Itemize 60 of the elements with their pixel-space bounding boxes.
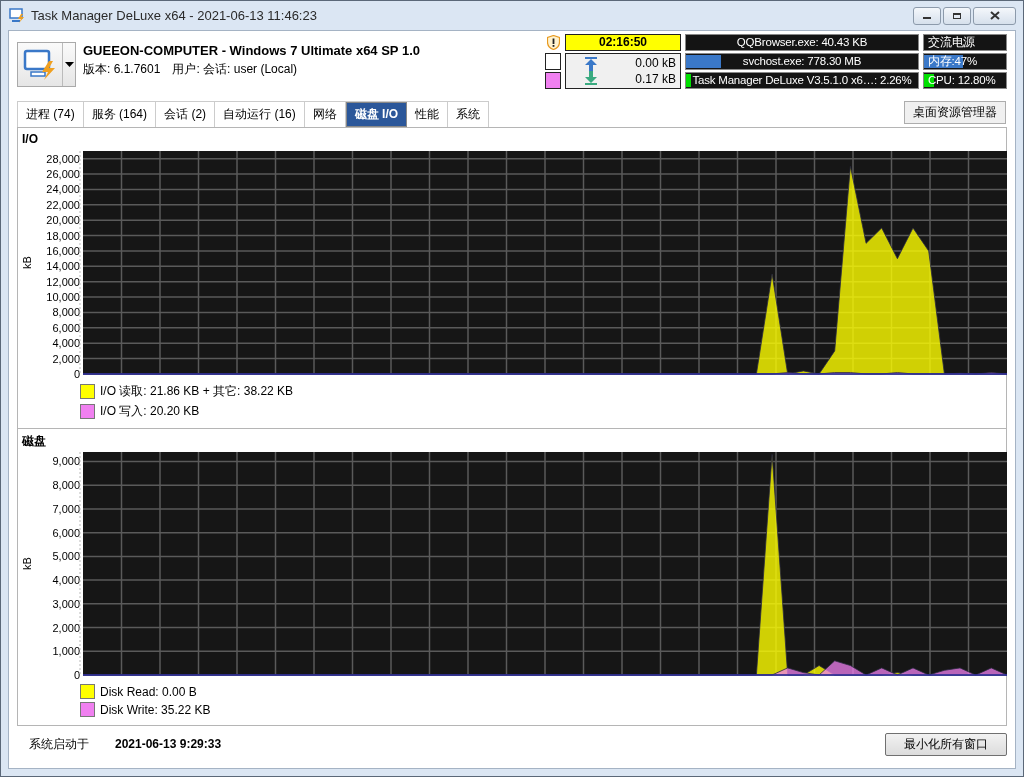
process-label: Task Manager DeLuxe V3.5.1.0 x6…: 2.26%: [691, 73, 913, 88]
axis-title: kB: [21, 256, 33, 269]
app-icon: [9, 7, 25, 24]
power-label: 交流电源: [927, 35, 977, 50]
tick-label: 16,000: [46, 244, 80, 257]
desktop-explorer-button[interactable]: 桌面资源管理器: [904, 101, 1006, 124]
tick-label: 4,000: [52, 574, 80, 587]
process-label: QQBrowser.exe: 40.43 KB: [735, 35, 869, 50]
up-down-arrows-icon: [584, 57, 598, 85]
tick-label: 0: [73, 368, 80, 380]
tick-label: 6,000: [52, 526, 80, 539]
legend-label: I/O 写入: 20.20 KB: [100, 403, 200, 420]
window-title: Task Manager DeLuxe x64 - 2021-06-13 11:46:23: [31, 8, 318, 23]
tick-label: 8,000: [52, 306, 80, 319]
tick-label: 2,000: [52, 352, 80, 365]
tick-label: 5,000: [52, 550, 80, 563]
tick-label: 6,000: [52, 321, 80, 334]
tick-label: 4,000: [52, 337, 80, 350]
chart-title: 磁盘: [22, 433, 47, 449]
tick-label: 2,000: [52, 621, 80, 634]
caret-icon: [64, 62, 74, 67]
close-button[interactable]: [973, 6, 1016, 25]
tick-label: 20,000: [46, 214, 80, 227]
legend-label: I/O 读取: 21.86 KB + 其它: 38.22 KB: [100, 383, 294, 400]
tick-label: 22,000: [46, 198, 80, 211]
chart-title: I/O: [22, 132, 39, 148]
uptime-timer: 02:16:50: [565, 34, 681, 51]
close-icon: [989, 11, 1000, 20]
legend-label: Disk Read: 0.00 B: [100, 684, 197, 699]
tick-label: 8,000: [52, 479, 80, 492]
computer-icon: [23, 48, 57, 81]
axis-title: kB: [21, 557, 33, 570]
computer-name: GUEEON-COMPUTER - Windows 7 Ultimate x64 SP 1.0: [83, 43, 421, 58]
shield-icon: [546, 35, 560, 50]
maximize-button[interactable]: [943, 6, 971, 25]
boot-time: 2021-06-13 9:29:33: [115, 737, 223, 751]
tick-label: 7,000: [52, 502, 80, 515]
tick-label: 1,000: [52, 645, 80, 658]
tick-label: 26,000: [46, 168, 80, 181]
tick-label: 28,000: [46, 152, 80, 165]
tick-label: 10,000: [46, 291, 80, 304]
tick-label: 18,000: [46, 229, 80, 242]
tick-label: 3,000: [52, 597, 80, 610]
minimize-button[interactable]: [913, 6, 941, 25]
tick-label: 14,000: [46, 260, 80, 273]
tick-label: 0: [73, 669, 80, 681]
tick-label: 12,000: [46, 275, 80, 288]
maximize-icon: [952, 11, 962, 20]
user-text: 用户: 会话: user (Local): [172, 61, 298, 78]
version-text: 版本: 6.1.7601: [83, 61, 161, 78]
tab[interactable]: 磁盘 I/O: [345, 102, 408, 127]
boot-label: 系统启动于: [29, 735, 89, 753]
network-reading: 0.17 kB: [635, 72, 676, 86]
process-label: svchost.exe: 778.30 MB: [741, 54, 863, 69]
tick-label: 9,000: [52, 455, 80, 468]
tick-label: 24,000: [46, 183, 80, 196]
computer-menu-button[interactable]: [17, 42, 76, 87]
legend-label: Disk Write: 35.22 KB: [100, 702, 211, 717]
minimize-all-button[interactable]: 最小化所有窗口: [885, 732, 1007, 756]
network-reading: 0.00 kB: [635, 56, 676, 70]
